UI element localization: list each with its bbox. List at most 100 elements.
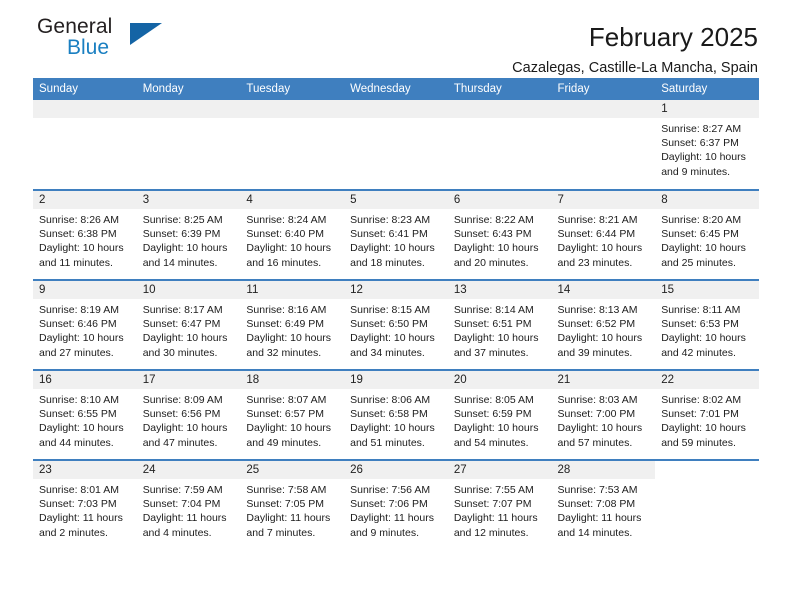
daylight-text: Daylight: 10 hours and 57 minutes. [557, 422, 643, 449]
day-cell[interactable]: 22 Sunrise: 8:02 AM Sunset: 7:01 PM Dayligh… [655, 370, 759, 461]
sunrise-text: Sunrise: 8:11 AM [661, 304, 741, 316]
day-cell[interactable]: 13 Sunrise: 8:14 AM Sunset: 6:51 PM Dayligh… [447, 280, 552, 371]
day-sun-info: Sunrise: 8:21 AM Sunset: 6:44 PM Daylight:… [552, 209, 656, 270]
empty-day-cell [240, 100, 345, 191]
day-cell[interactable]: 5 Sunrise: 8:23 AM Sunset: 6:41 PM Daylight… [344, 190, 448, 281]
day-number [551, 100, 656, 118]
day-number: 5 [344, 191, 448, 209]
sunrise-text: Sunrise: 8:01 AM [39, 484, 119, 496]
daylight-text: Daylight: 10 hours and 37 minutes. [453, 332, 539, 359]
page-header: General Blue February 2025 Cazalegas, Ca… [33, 0, 759, 77]
day-cell[interactable]: 11 Sunrise: 8:16 AM Sunset: 6:49 PM Dayligh… [240, 280, 345, 371]
day-sun-info: Sunrise: 8:09 AM Sunset: 6:56 PM Daylight:… [137, 389, 241, 450]
day-number [136, 100, 241, 118]
sunrise-text: Sunrise: 8:26 AM [39, 214, 119, 226]
day-cell[interactable]: 15 Sunrise: 8:11 AM Sunset: 6:53 PM Dayligh… [655, 280, 759, 371]
sunset-text: Sunset: 6:43 PM [453, 228, 532, 241]
day-number: 13 [447, 281, 552, 299]
day-number [344, 100, 448, 118]
sunrise-text: Sunrise: 8:02 AM [661, 394, 742, 406]
day-cell[interactable]: 14 Sunrise: 8:13 AM Sunset: 6:52 PM Dayligh… [551, 280, 656, 371]
sunrise-text: Sunrise: 8:15 AM [350, 304, 431, 316]
day-cell[interactable]: 17 Sunrise: 8:09 AM Sunset: 6:56 PM Dayligh… [136, 370, 241, 461]
day-cell[interactable]: 21 Sunrise: 8:03 AM Sunset: 7:00 PM Dayligh… [551, 370, 656, 461]
sunrise-text: Sunrise: 8:23 AM [350, 214, 431, 226]
day-cell[interactable]: 19 Sunrise: 8:06 AM Sunset: 6:58 PM Dayligh… [344, 370, 448, 461]
day-number: 6 [447, 191, 552, 209]
weekday-header-sunday: Sunday [33, 78, 137, 100]
sunset-text: Sunset: 6:59 PM [453, 408, 532, 421]
sunrise-text: Sunrise: 8:09 AM [142, 394, 223, 406]
weekday-header-wednesday: Wednesday [344, 78, 448, 100]
day-number: 15 [655, 281, 759, 299]
day-cell[interactable]: 1 Sunrise: 8:27 AM Sunset: 6:37 PM Daylight… [655, 100, 759, 191]
day-cell[interactable]: 24 Sunrise: 7:59 AM Sunset: 7:04 PM Dayligh… [136, 460, 241, 550]
daylight-text: Daylight: 10 hours and 32 minutes. [246, 332, 332, 359]
day-number: 7 [551, 191, 656, 209]
general-blue-logo: General Blue [37, 16, 237, 68]
daylight-text: Daylight: 10 hours and 11 minutes. [39, 242, 124, 269]
day-number: 9 [33, 281, 137, 299]
sunset-text: Sunset: 7:00 PM [557, 408, 636, 421]
day-number: 18 [240, 371, 345, 389]
sunrise-text: Sunrise: 8:20 AM [661, 214, 742, 226]
day-cell[interactable]: 2 Sunrise: 8:26 AM Sunset: 6:38 PM Daylight… [33, 190, 137, 281]
day-sun-info: Sunrise: 8:25 AM Sunset: 6:39 PM Daylight:… [137, 209, 241, 270]
day-cell[interactable]: 18 Sunrise: 8:07 AM Sunset: 6:57 PM Dayligh… [240, 370, 345, 461]
sunset-text: Sunset: 6:52 PM [557, 318, 636, 331]
sunrise-text: Sunrise: 8:27 AM [661, 123, 742, 135]
day-number: 17 [136, 371, 241, 389]
day-cell[interactable]: 12 Sunrise: 8:15 AM Sunset: 6:50 PM Dayligh… [344, 280, 448, 371]
day-cell[interactable]: 16 Sunrise: 8:10 AM Sunset: 6:55 PM Dayligh… [33, 370, 137, 461]
daylight-text: Daylight: 11 hours and 9 minutes. [350, 512, 434, 539]
sunrise-sunset-calendar-table: Sunday Monday Tuesday Wednesday Thursday… [33, 78, 759, 550]
day-cell[interactable]: 3 Sunrise: 8:25 AM Sunset: 6:39 PM Daylight… [136, 190, 241, 281]
day-number: 24 [136, 461, 241, 479]
daylight-text: Daylight: 10 hours and 54 minutes. [453, 422, 539, 449]
day-cell[interactable]: 9 Sunrise: 8:19 AM Sunset: 6:46 PM Daylight… [33, 280, 137, 371]
sunrise-text: Sunrise: 7:58 AM [246, 484, 327, 496]
daylight-text: Daylight: 11 hours and 12 minutes. [453, 512, 538, 539]
sunrise-text: Sunrise: 8:21 AM [557, 214, 638, 226]
calendar-week-row: 23 Sunrise: 8:01 AM Sunset: 7:03 PM Dayligh… [33, 460, 759, 550]
day-number: 22 [655, 371, 759, 389]
day-cell[interactable]: 23 Sunrise: 8:01 AM Sunset: 7:03 PM Dayligh… [33, 460, 137, 550]
day-cell[interactable]: 20 Sunrise: 8:05 AM Sunset: 6:59 PM Dayligh… [447, 370, 552, 461]
sunrise-text: Sunrise: 8:22 AM [453, 214, 534, 226]
sunrise-text: Sunrise: 8:25 AM [142, 214, 223, 226]
sunrise-text: Sunrise: 7:55 AM [453, 484, 534, 496]
day-sun-info: Sunrise: 8:19 AM Sunset: 6:46 PM Daylight:… [33, 299, 137, 360]
sunrise-text: Sunrise: 8:05 AM [453, 394, 534, 406]
day-number [240, 100, 345, 118]
day-cell[interactable]: 7 Sunrise: 8:21 AM Sunset: 6:44 PM Daylight… [551, 190, 656, 281]
sunset-text: Sunset: 7:07 PM [453, 498, 532, 511]
day-number: 14 [551, 281, 656, 299]
sunset-text: Sunset: 6:53 PM [661, 318, 739, 331]
day-sun-info: Sunrise: 8:03 AM Sunset: 7:00 PM Daylight:… [552, 389, 656, 450]
day-cell[interactable]: 8 Sunrise: 8:20 AM Sunset: 6:45 PM Daylight… [655, 190, 759, 281]
weekday-header-monday: Monday [136, 78, 241, 100]
day-sun-info: Sunrise: 7:58 AM Sunset: 7:05 PM Daylight:… [240, 479, 344, 540]
sunrise-text: Sunrise: 8:16 AM [246, 304, 327, 316]
daylight-text: Daylight: 10 hours and 47 minutes. [142, 422, 228, 449]
day-cell[interactable]: 10 Sunrise: 8:17 AM Sunset: 6:47 PM Dayligh… [136, 280, 241, 371]
sunset-text: Sunset: 6:57 PM [246, 408, 325, 421]
day-cell[interactable]: 26 Sunrise: 7:56 AM Sunset: 7:06 PM Dayligh… [344, 460, 448, 550]
sunset-text: Sunset: 7:06 PM [350, 498, 428, 511]
sunset-text: Sunset: 6:49 PM [246, 318, 325, 331]
sunrise-text: Sunrise: 8:07 AM [246, 394, 327, 406]
day-sun-info: Sunrise: 7:56 AM Sunset: 7:06 PM Daylight:… [344, 479, 448, 540]
sunrise-text: Sunrise: 8:14 AM [453, 304, 534, 316]
day-number: 11 [240, 281, 345, 299]
day-sun-info: Sunrise: 8:10 AM Sunset: 6:55 PM Daylight:… [33, 389, 137, 450]
logo-text-general: General [37, 15, 113, 38]
day-cell[interactable]: 25 Sunrise: 7:58 AM Sunset: 7:05 PM Dayligh… [240, 460, 345, 550]
sunset-text: Sunset: 6:46 PM [39, 318, 117, 331]
day-cell[interactable]: 27 Sunrise: 7:55 AM Sunset: 7:07 PM Dayligh… [447, 460, 552, 550]
day-number: 12 [344, 281, 448, 299]
empty-day-cell [447, 100, 552, 191]
day-number: 25 [240, 461, 345, 479]
day-cell[interactable]: 6 Sunrise: 8:22 AM Sunset: 6:43 PM Daylight… [447, 190, 552, 281]
day-cell[interactable]: 4 Sunrise: 8:24 AM Sunset: 6:40 PM Daylight… [240, 190, 345, 281]
day-cell[interactable]: 28 Sunrise: 7:53 AM Sunset: 7:08 PM Dayligh… [551, 460, 656, 550]
